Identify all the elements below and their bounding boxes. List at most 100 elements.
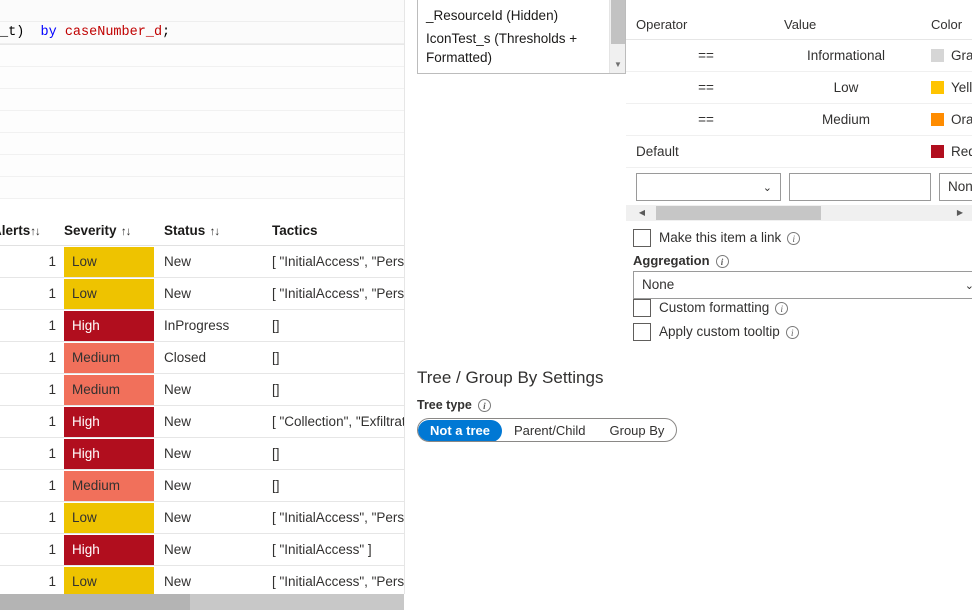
threshold-value-input[interactable] bbox=[789, 173, 931, 201]
cell-status: New bbox=[164, 382, 192, 397]
settings-panel: Type (Hidden)_ResourceId (Hidden)IconTes… bbox=[405, 0, 972, 610]
custom-formatting-text: Custom formatting bbox=[659, 300, 770, 315]
table-row[interactable]: 1 Medium Closed [] bbox=[0, 342, 404, 374]
sort-toggle-icon[interactable]: ↑↓ bbox=[30, 226, 40, 238]
threshold-operator: Default bbox=[636, 144, 679, 159]
tree-type-option-group-by[interactable]: Group By bbox=[598, 420, 677, 441]
tree-type-option-parent-child[interactable]: Parent/Child bbox=[502, 420, 598, 441]
cell-tactics: [] bbox=[272, 382, 280, 397]
column-header-status[interactable]: Status ↑↓ bbox=[164, 216, 219, 246]
left-panel: _t) by caseNumber_d; Alerts↑↓Severity ↑↓… bbox=[0, 0, 404, 610]
aggregation-value: None bbox=[642, 277, 675, 292]
table-row[interactable]: 1 High InProgress [] bbox=[0, 310, 404, 342]
column-header-alerts[interactable]: Alerts↑↓ bbox=[0, 216, 40, 246]
cell-tactics: [] bbox=[272, 446, 280, 461]
results-grid-horizontal-scrollbar[interactable] bbox=[0, 594, 404, 610]
cell-alerts: 1 bbox=[48, 350, 56, 365]
list-item[interactable]: _ResourceId (Hidden) bbox=[424, 4, 610, 27]
column-header-severity[interactable]: Severity ↑↓ bbox=[64, 216, 130, 246]
sort-toggle-icon[interactable]: ↑↓ bbox=[117, 226, 131, 238]
editor-blank-line bbox=[0, 155, 404, 177]
threshold-color-name: Yellow bbox=[951, 80, 972, 95]
cell-severity: Low bbox=[64, 503, 154, 533]
threshold-operator: == bbox=[698, 112, 714, 127]
threshold-operator: == bbox=[698, 80, 714, 95]
column-listbox-scrollbar[interactable]: ▼ bbox=[609, 0, 625, 73]
tree-type-label: Tree type i bbox=[417, 396, 817, 414]
color-swatch-icon bbox=[931, 145, 944, 158]
cell-tactics: [] bbox=[272, 478, 280, 493]
column-header-label: Alerts bbox=[0, 223, 31, 238]
query-editor-line[interactable] bbox=[0, 0, 404, 22]
cell-status: Closed bbox=[164, 350, 207, 365]
cell-alerts: 1 bbox=[48, 286, 56, 301]
info-icon[interactable]: i bbox=[785, 326, 799, 339]
table-row[interactable]: 1 High New [ "InitialAccess" ] bbox=[0, 534, 404, 566]
color-swatch-icon bbox=[931, 113, 944, 126]
aggregation-select[interactable]: None ⌄ bbox=[633, 271, 972, 299]
column-listbox[interactable]: Type (Hidden)_ResourceId (Hidden)IconTes… bbox=[417, 0, 626, 74]
thresholds-horizontal-scrollbar[interactable]: ◀ ▶ bbox=[626, 205, 972, 221]
editor-blank-line bbox=[0, 45, 404, 67]
threshold-value bbox=[776, 136, 916, 168]
query-editor-line[interactable]: _t) by caseNumber_d; bbox=[0, 22, 404, 44]
column-header-label: Status bbox=[164, 223, 206, 238]
thresholds-header-value: Value bbox=[784, 17, 817, 32]
threshold-operator-select[interactable]: ⌄ bbox=[636, 173, 781, 201]
cell-severity: Medium bbox=[64, 471, 154, 501]
thresholds-body: == Informational Gray == Low Yellow == Medium Or… bbox=[626, 40, 972, 168]
info-icon[interactable]: i bbox=[787, 232, 801, 245]
table-row[interactable]: 1 High New [] bbox=[0, 438, 404, 470]
column-listbox-items[interactable]: Type (Hidden)_ResourceId (Hidden)IconTes… bbox=[418, 0, 610, 73]
editor-blank-line bbox=[0, 133, 404, 155]
apply-custom-tooltip-checkbox[interactable] bbox=[633, 323, 651, 341]
editor-blank-line bbox=[0, 177, 404, 199]
column-header-tactics[interactable]: Tactics bbox=[272, 216, 318, 246]
list-item[interactable]: IconTest_s (Thresholds + Formatted) bbox=[424, 27, 610, 69]
threshold-color-select[interactable]: None bbox=[939, 173, 972, 201]
threshold-row[interactable]: == Low Yellow bbox=[626, 72, 972, 104]
threshold-row[interactable]: == Informational Gray bbox=[626, 40, 972, 72]
workbook-column-settings-screen: _t) by caseNumber_d; Alerts↑↓Severity ↑↓… bbox=[0, 0, 972, 610]
code-token: ; bbox=[162, 25, 171, 40]
make-item-a-link-checkbox[interactable] bbox=[633, 229, 651, 247]
threshold-operator: == bbox=[698, 48, 714, 63]
scrollbar-thumb[interactable] bbox=[656, 206, 821, 220]
info-icon[interactable]: i bbox=[477, 399, 491, 412]
table-row[interactable]: 1 Low New [ "InitialAccess", "Persis bbox=[0, 502, 404, 534]
results-grid-body: 1 Low New [ "InitialAccess", "Persis 1 Low New… bbox=[0, 246, 404, 594]
table-row[interactable]: 1 High New [ "Collection", "Exfiltrat bbox=[0, 406, 404, 438]
cell-alerts: 1 bbox=[48, 414, 56, 429]
table-row[interactable]: 1 Low New [ "InitialAccess", "Persis bbox=[0, 566, 404, 594]
chevron-down-icon[interactable]: ▼ bbox=[610, 56, 625, 73]
scrollbar-thumb[interactable] bbox=[0, 594, 190, 610]
query-editor[interactable]: _t) by caseNumber_d; bbox=[0, 0, 404, 44]
table-row[interactable]: 1 Low New [ "InitialAccess", "Persis bbox=[0, 246, 404, 278]
thresholds-header-color: Color bbox=[931, 17, 963, 32]
threshold-color: Orange bbox=[931, 104, 972, 136]
info-icon[interactable]: i bbox=[775, 302, 789, 315]
tree-type-option-not-a-tree[interactable]: Not a tree bbox=[418, 420, 502, 441]
tree-type-segmented-control[interactable]: Not a tree Parent/Child Group By bbox=[417, 418, 678, 442]
info-icon[interactable]: i bbox=[715, 255, 729, 268]
threshold-row[interactable]: == Medium Orange bbox=[626, 104, 972, 136]
thresholds-header-row: Operator Value Color bbox=[626, 10, 972, 40]
cell-tactics: [] bbox=[272, 350, 280, 365]
cell-severity: Medium bbox=[64, 343, 154, 373]
custom-formatting-checkbox[interactable] bbox=[633, 299, 651, 317]
scrollbar-thumb[interactable] bbox=[611, 0, 625, 44]
cell-status: InProgress bbox=[164, 318, 230, 333]
table-row[interactable]: 1 Low New [ "InitialAccess", "Persis bbox=[0, 278, 404, 310]
table-row[interactable]: 1 Medium New [] bbox=[0, 374, 404, 406]
scroll-left-icon[interactable]: ◀ bbox=[634, 205, 650, 221]
apply-custom-tooltip-label: Apply custom tooltip i bbox=[659, 321, 799, 343]
table-row[interactable]: 1 Medium New [] bbox=[0, 470, 404, 502]
cell-severity: Low bbox=[64, 567, 154, 594]
editor-blank-line bbox=[0, 89, 404, 111]
scroll-right-icon[interactable]: ▶ bbox=[952, 205, 968, 221]
cell-status: New bbox=[164, 574, 192, 589]
threshold-row[interactable]: Default Red bbox=[626, 136, 972, 168]
sort-toggle-icon[interactable]: ↑↓ bbox=[205, 226, 220, 238]
